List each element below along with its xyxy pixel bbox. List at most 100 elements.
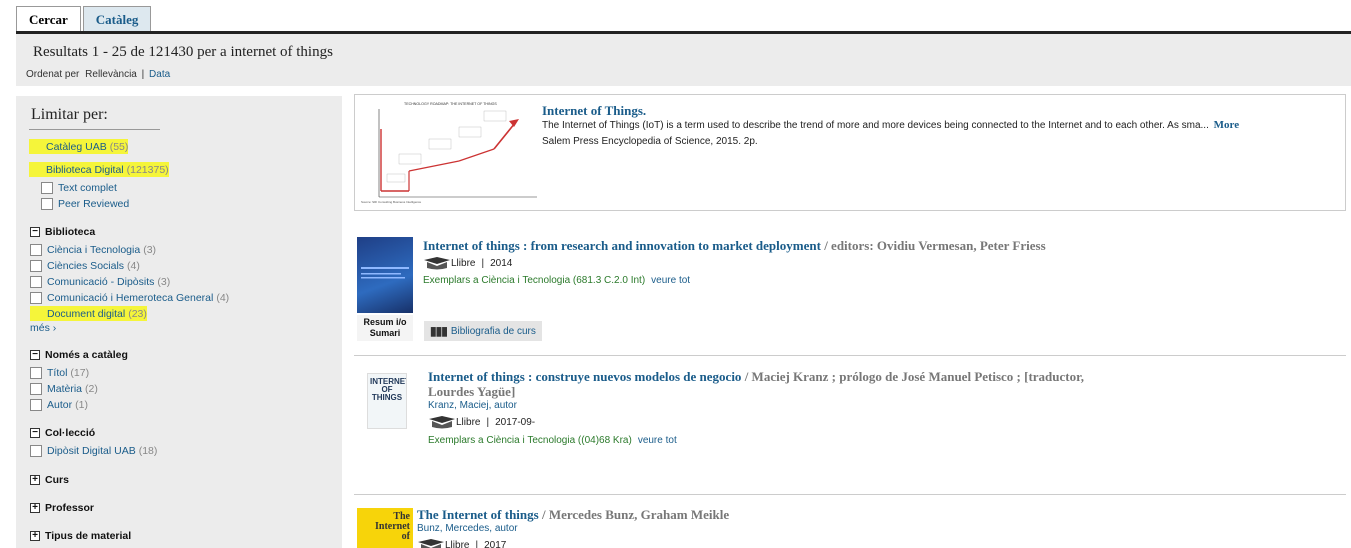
group-curs[interactable]: + Curs <box>30 474 69 486</box>
facet-label: Ciència i Tecnologia <box>47 243 141 256</box>
facet-count: (18) <box>138 444 158 457</box>
facet-ciencia-tecnologia[interactable]: Ciència i Tecnologia (3) <box>30 242 156 257</box>
record-title-text[interactable]: Internet of things : from research and i… <box>423 238 821 253</box>
format-label: Llibre <box>456 416 481 428</box>
group-nomes-cataleg[interactable]: − Només a catàleg <box>30 349 128 361</box>
more-link[interactable]: més › <box>30 322 56 334</box>
facet-biblioteca-digital[interactable]: Biblioteca Digital (121375) <box>29 162 169 177</box>
checkbox[interactable] <box>41 197 53 210</box>
group-label: Professor <box>45 502 95 514</box>
facet-count: (17) <box>70 366 90 379</box>
expand-icon[interactable]: + <box>30 503 40 513</box>
facet-peer-reviewed[interactable]: Peer Reviewed <box>41 196 129 211</box>
format-label: Llibre <box>445 539 470 548</box>
format-line: Llibre | 2017-09- <box>428 415 535 429</box>
expand-icon[interactable]: + <box>30 531 40 541</box>
group-professor[interactable]: + Professor <box>30 502 94 514</box>
sort-date-link[interactable]: Data <box>149 69 170 80</box>
separator: | <box>486 416 490 428</box>
record-date: 2017-09- <box>495 416 536 428</box>
holdings-location: a Ciència i Tecnologia (681.3 C.2.0 Int) <box>470 275 646 286</box>
facet-label: Autor <box>47 398 73 411</box>
group-tipus-material[interactable]: + Tipus de material <box>30 530 131 542</box>
facet-label: Comunicació i Hemeroteca General <box>47 291 214 304</box>
limit-title: Limitar per: <box>31 106 108 123</box>
facet-label: Dipòsit Digital UAB <box>47 444 136 457</box>
collapse-icon[interactable]: − <box>30 428 40 438</box>
results-header: Resultats 1 - 25 de 121430 per a interne… <box>16 34 1351 86</box>
checkbox[interactable] <box>30 243 42 256</box>
holdings-prefix: Exemplars <box>423 275 471 286</box>
holdings-prefix: Exemplars <box>428 435 476 446</box>
facet-count: (55) <box>109 140 129 153</box>
record-responsibility: / editors: Ovidiu Vermesan, Peter Friess <box>820 238 1046 253</box>
facet-count: (1) <box>75 398 88 411</box>
facet-label: Catàleg UAB <box>46 140 107 153</box>
facet-count: (3) <box>157 275 171 288</box>
book-cover[interactable]: The Internet of <box>357 508 413 548</box>
checkbox[interactable] <box>30 291 42 304</box>
featured-result: TECHNOLOGY ROADMAP: THE INTERNET OF THIN… <box>354 94 1346 211</box>
checkbox[interactable] <box>30 366 42 379</box>
facet-text-complet[interactable]: Text complet <box>41 180 117 195</box>
checkbox[interactable] <box>29 163 41 176</box>
button-label: Bibliografia de curs <box>450 325 536 337</box>
facet-label: Peer Reviewed <box>58 197 130 210</box>
resum-sumari-button[interactable]: Resum i/o Sumari <box>357 315 413 341</box>
checkbox[interactable] <box>41 181 53 194</box>
facet-comunicacio-diposits[interactable]: Comunicació - Dipòsits (3) <box>30 274 170 289</box>
checkbox[interactable] <box>30 444 42 457</box>
facet-sidebar: Limitar per: Catàleg UAB (55) Biblioteca… <box>16 96 342 548</box>
group-biblioteca[interactable]: − Biblioteca <box>30 226 95 238</box>
bibliografia-curs-button[interactable]: ▮▮▮ Bibliografia de curs <box>424 321 542 341</box>
record-title-text[interactable]: The Internet of things <box>417 507 539 522</box>
facet-document-digital[interactable]: Document digital (23) <box>30 306 147 321</box>
record-title[interactable]: Internet of things : from research and i… <box>423 238 1046 254</box>
collapse-icon[interactable]: − <box>30 227 40 237</box>
tab-cataleg[interactable]: Catàleg <box>82 6 152 33</box>
checkbox[interactable] <box>30 275 42 288</box>
see-all-link[interactable]: veure tot <box>651 275 690 286</box>
facet-label: Ciències Socials <box>47 259 125 272</box>
book-cover[interactable] <box>357 237 413 313</box>
tab-cercar[interactable]: Cercar <box>16 6 81 33</box>
result-divider <box>354 494 1346 495</box>
facet-autor[interactable]: Autor (1) <box>30 397 88 412</box>
see-all-link[interactable]: veure tot <box>638 435 677 446</box>
checkbox[interactable] <box>30 307 42 320</box>
holdings-text: Exemplars a Ciència i Tecnologia ((04)68… <box>428 435 632 446</box>
record-author[interactable]: Kranz, Maciej, autor <box>428 400 517 411</box>
record-date: 2017 <box>484 539 507 548</box>
facet-diposit-digital[interactable]: Dipòsit Digital UAB (18) <box>30 443 157 458</box>
record-title[interactable]: The Internet of things / Mercedes Bunz, … <box>417 507 729 523</box>
checkbox[interactable] <box>29 140 41 153</box>
more-link[interactable]: More <box>1214 119 1239 131</box>
book-cover[interactable]: INTERNET OF THINGS <box>367 373 407 429</box>
group-label: Curs <box>45 474 69 486</box>
record-title[interactable]: Internet of things : construye nuevos mo… <box>428 369 1084 385</box>
record-author[interactable]: Bunz, Mercedes, autor <box>417 523 518 534</box>
roadmap-thumbnail[interactable]: TECHNOLOGY ROADMAP: THE INTERNET OF THIN… <box>359 99 539 207</box>
group-label: Només a catàleg <box>45 349 128 361</box>
record-responsibility: Lourdes Yagüe] <box>428 384 516 399</box>
group-colleccio[interactable]: − Col·lecció <box>30 427 95 439</box>
facet-ciencies-socials[interactable]: Ciències Socials (4) <box>30 258 140 273</box>
checkbox[interactable] <box>30 382 42 395</box>
record-title-text[interactable]: Internet of things : construye nuevos mo… <box>428 369 741 384</box>
facet-cataleg-uab[interactable]: Catàleg UAB (55) <box>29 139 129 154</box>
separator: | <box>475 539 479 548</box>
facet-label: Text complet <box>58 181 117 194</box>
facet-comunicacio-hemeroteca[interactable]: Comunicació i Hemeroteca General (4) <box>30 290 229 305</box>
featured-source: Salem Press Encyclopedia of Science, 201… <box>542 136 758 147</box>
holdings-text: Exemplars a Ciència i Tecnologia (681.3 … <box>423 275 645 286</box>
checkbox[interactable] <box>30 398 42 411</box>
collapse-icon[interactable]: − <box>30 350 40 360</box>
holdings-line: Exemplars a Ciència i Tecnologia ((04)68… <box>428 435 677 446</box>
facet-titol[interactable]: Títol (17) <box>30 365 89 380</box>
featured-title-link[interactable]: Internet of Things. <box>542 103 646 119</box>
book-icon <box>428 415 456 429</box>
facet-materia[interactable]: Matèria (2) <box>30 381 98 396</box>
checkbox[interactable] <box>30 259 42 272</box>
expand-icon[interactable]: + <box>30 475 40 485</box>
facet-count: (23) <box>128 307 147 320</box>
